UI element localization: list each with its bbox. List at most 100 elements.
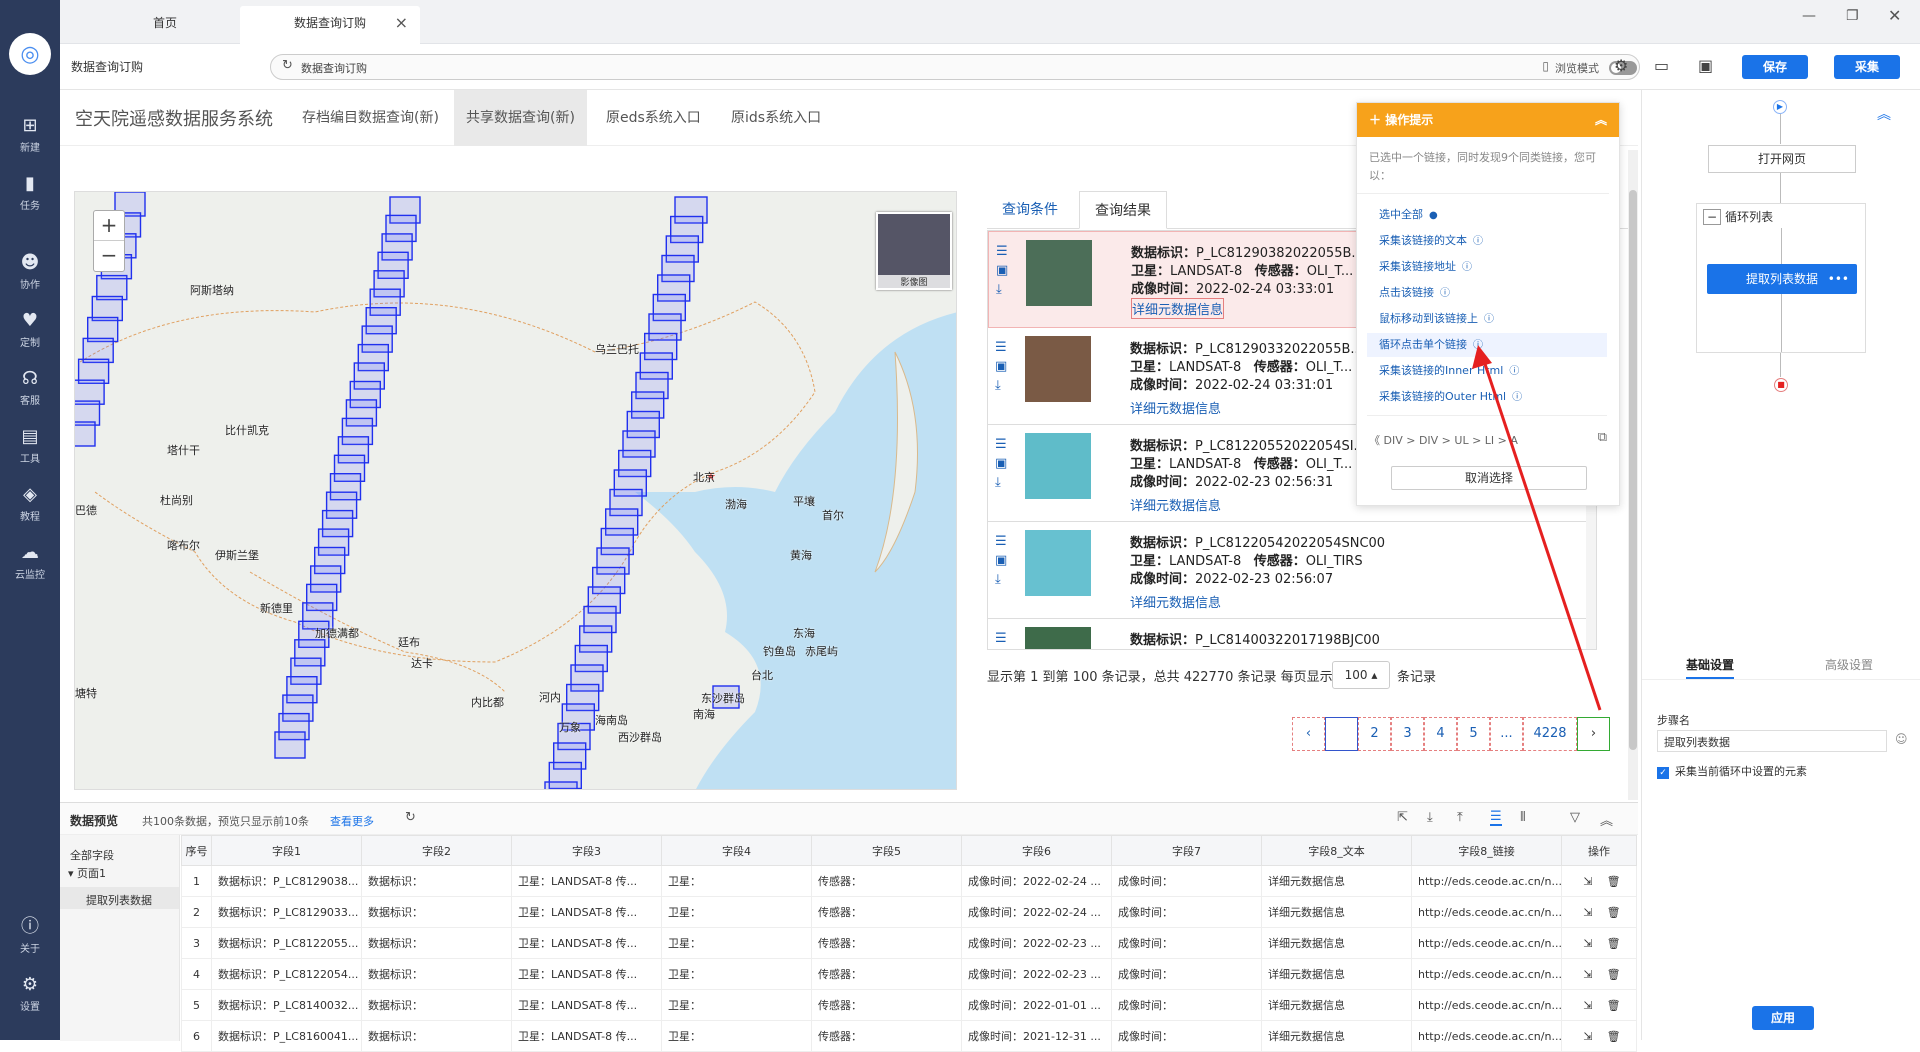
list-icon[interactable]: ☰ [995,435,1011,454]
column-header[interactable]: 字段8_文本 [1261,835,1412,866]
nav-archive[interactable]: 存档编目数据查询(新) [290,90,451,146]
zoom-in-button[interactable]: + [94,211,124,241]
table-row[interactable]: 2 数据标识：P_LC8129033... 数据标识： 卫星：LANDSAT-8 传.… [181,896,1637,928]
tree-page1[interactable]: ▾ 页面1 [68,865,106,881]
refresh-icon[interactable]: ↻ [405,810,416,825]
download-icon[interactable]: ⤓ [995,376,1011,395]
column-header[interactable]: 字段3 [511,835,662,866]
page-size-select[interactable]: 100 ▴ [1332,661,1390,689]
column-header[interactable]: 字段1 [211,835,362,866]
delete-icon[interactable]: 🗑 [1607,937,1621,950]
close-icon[interactable]: × [395,6,408,40]
collapse-icon[interactable]: ︽ [1595,103,1607,137]
collapse-up-icon[interactable]: ︽ [1877,104,1891,124]
list-view-icon[interactable]: ☰ [1490,809,1502,826]
page-prev-button[interactable]: ‹ [1292,717,1325,751]
column-view-icon[interactable]: ⦀ [1520,810,1526,825]
sidebar-item-task[interactable]: ▮ 任务 [0,173,60,212]
url-input[interactable]: ↻ 数据查询订购 ▯ 浏览模式 [270,54,1640,80]
reader-icon[interactable]: ▯ [1542,59,1549,73]
download-icon[interactable]: ⤓ [1427,810,1433,825]
metadata-link[interactable]: 详细元数据信息 [1130,495,1221,514]
scene-thumbnail[interactable] [1025,433,1091,499]
page-button[interactable]: 5 [1457,717,1490,751]
page-next-button[interactable]: › [1577,717,1610,751]
page-button[interactable]: 4228 [1523,717,1577,751]
delete-icon[interactable]: 🗑 [1607,906,1621,919]
more-icon[interactable]: ••• [1828,264,1849,294]
edit-icon[interactable]: ⇲ [1583,999,1592,1012]
op-click-link[interactable]: 点击该链接 ⓘ [1367,281,1607,305]
collapse-box-icon[interactable]: − [1703,209,1722,225]
save-button[interactable]: 保存 [1742,55,1808,79]
tab-basic-settings[interactable]: 基础设置 [1686,656,1735,679]
edit-icon[interactable]: ⇲ [1583,875,1592,888]
page-button[interactable]: 4 [1424,717,1457,751]
column-header[interactable]: 字段2 [361,835,512,866]
page-button[interactable]: 3 [1391,717,1424,751]
page-scrollbar-thumb[interactable] [1629,190,1637,750]
delete-icon[interactable]: 🗑 [1607,999,1621,1012]
collect-loop-checkbox[interactable]: ✓ 采集当前循环中设置的元素 [1657,763,1807,779]
download-icon[interactable]: ⤓ [996,280,1012,299]
loop-container[interactable]: − 循环列表 提取列表数据 ••• [1696,203,1866,353]
scene-thumbnail[interactable] [1025,530,1091,596]
map-view[interactable]: ★ + − 影像图 阿斯塔纳 乌兰巴托 比什凯克 塔什干 杜尚别 巴德 喀布尔 伊斯兰堡 北京渤… [74,191,957,790]
minimize-icon[interactable]: — [1802,8,1816,24]
op-hover-link[interactable]: 鼠标移动到该链接上 ⓘ [1367,307,1607,331]
upload-icon[interactable]: ⤒ [1457,810,1463,825]
sidebar-item-cloud[interactable]: ☁ 云监控 [0,542,60,581]
column-header[interactable]: 字段8_链接 [1411,835,1562,866]
metadata-link[interactable]: 详细元数据信息 [1130,592,1221,611]
sidebar-item-new[interactable]: ⊞ 新建 [0,115,60,154]
column-header[interactable]: 字段7 [1111,835,1262,866]
list-icon[interactable]: ☰ [995,532,1011,551]
step-name-input[interactable]: 提取列表数据 [1657,730,1887,752]
tab-query-results[interactable]: 查询结果 [1079,191,1167,229]
filter-icon[interactable]: ▽ [1570,810,1580,825]
column-header[interactable]: 字段5 [811,835,962,866]
scene-thumbnail[interactable] [1025,336,1091,402]
table-row[interactable]: 3 数据标识：P_LC8122055... 数据标识： 卫星：LANDSAT-8 传.… [181,927,1637,959]
tree-all-fields[interactable]: 全部字段 [70,847,114,863]
sidebar-item-tools[interactable]: ▤ 工具 [0,426,60,465]
tab-query-conditions[interactable]: 查询条件 [987,191,1073,229]
settings-gear-icon[interactable]: ⚙ [1614,56,1628,75]
restore-icon[interactable]: ❐ [1846,8,1859,24]
column-header[interactable]: 操作 [1561,835,1637,866]
tab-advanced-settings[interactable]: 高级设置 [1825,656,1873,673]
flow-node-open-page[interactable]: 打开网页 [1708,145,1856,173]
edit-icon[interactable]: ⇲ [1583,906,1592,919]
tab-active[interactable]: 数据查询订购 × [240,6,420,44]
table-row[interactable]: 1 数据标识：P_LC8129038... 数据标识： 卫星：LANDSAT-8 传.… [181,865,1637,897]
op-collect-text[interactable]: 采集该链接的文本 ⓘ [1367,229,1607,253]
page-button[interactable]: 2 [1358,717,1391,751]
edit-icon[interactable]: ⇲ [1583,968,1592,981]
list-icon[interactable]: ☰ [996,242,1012,261]
page-scrollbar[interactable] [1628,150,1638,800]
metadata-link[interactable]: 详细元数据信息 [1131,298,1225,319]
scene-thumbnail[interactable] [1025,627,1091,649]
table-row[interactable]: 6 数据标识：P_LC8160041... 数据标识： 卫星：LANDSAT-8 传.… [181,1020,1637,1052]
nav-ids[interactable]: 原ids系统入口 [719,90,833,146]
collect-button[interactable]: 采集 [1834,55,1900,79]
sidebar-item-about[interactable]: ⓘ 关于 [0,916,60,955]
delete-icon[interactable]: 🗑 [1607,875,1621,888]
column-header[interactable]: 字段6 [961,835,1112,866]
window-icon[interactable]: ▣ [1698,56,1713,75]
zoom-out-button[interactable]: − [94,241,124,271]
sidebar-item-tutorial[interactable]: ◈ 教程 [0,484,60,523]
refresh-icon[interactable]: ↻ [282,58,293,73]
collapse-up-icon[interactable]: ︽ [1600,810,1613,829]
emoji-icon[interactable]: ☺ [1895,732,1908,746]
scene-thumbnail[interactable] [1026,240,1092,306]
sidebar-item-collab[interactable]: ☻ 协作 [0,252,60,291]
card-icon[interactable]: ▭ [1654,56,1669,75]
edit-icon[interactable]: ⇲ [1583,1030,1592,1043]
sidebar-item-settings[interactable]: ⚙ 设置 [0,974,60,1013]
image-icon[interactable]: ▣ [996,261,1012,280]
edit-icon[interactable]: ⇲ [1583,937,1592,950]
table-row[interactable]: 5 数据标识：P_LC8140032... 数据标识： 卫星：LANDSAT-8 传.… [181,989,1637,1021]
tree-extract-node[interactable]: 提取列表数据 [60,887,179,909]
op-collect-href[interactable]: 采集该链接地址 ⓘ [1367,255,1607,279]
